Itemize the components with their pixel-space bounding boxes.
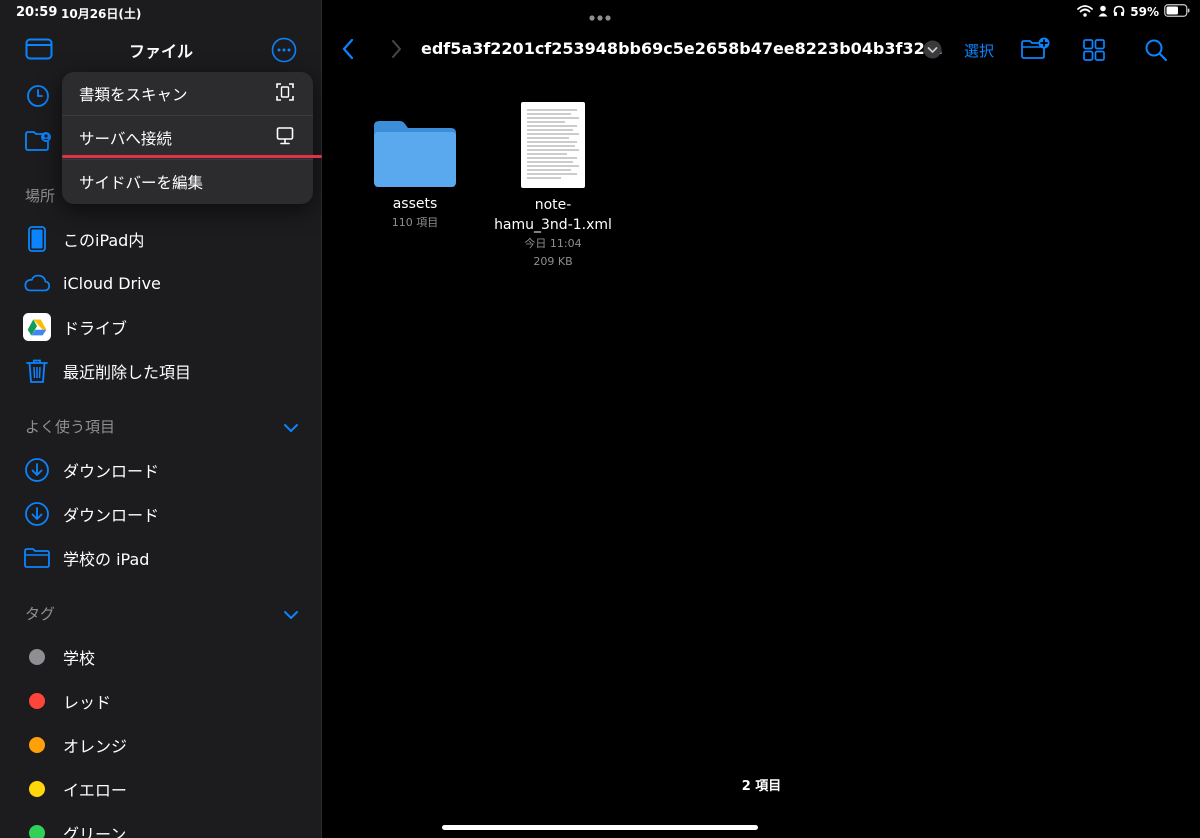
file-meta: 110 項目 — [391, 216, 439, 229]
sidebar-item-label: ダウンロード — [63, 462, 160, 481]
menu-item-scan-documents[interactable]: 書類をスキャン — [62, 72, 313, 116]
sidebar-item-label: iCloud Drive — [63, 273, 161, 293]
trash-icon — [23, 357, 51, 385]
home-indicator[interactable] — [442, 825, 758, 830]
sidebar-item-downloads[interactable]: ダウンロード — [0, 448, 321, 492]
sidebar-item-label: イエロー — [63, 781, 127, 800]
chevron-down-icon[interactable] — [283, 419, 299, 438]
tag-dot-icon — [29, 781, 45, 797]
grid-view-icon[interactable] — [1083, 39, 1105, 65]
sidebar-item-label: グリーン — [63, 825, 127, 838]
file-size: 209 KB — [533, 255, 573, 268]
more-menu: 書類をスキャン サーバへ接続 サイドバーを編集 — [62, 72, 313, 204]
sidebar-tag-yellow[interactable]: イエロー — [0, 767, 321, 811]
file-name: assets — [392, 196, 438, 212]
sidebar-item-google-drive[interactable]: ドライブ — [0, 305, 321, 349]
search-icon[interactable] — [1144, 38, 1168, 66]
document-thumbnail-icon — [521, 102, 585, 188]
status-time: 20:59 — [16, 5, 58, 20]
ipad-icon — [23, 225, 51, 253]
sidebar-item-label: ドライブ — [63, 319, 128, 338]
new-folder-icon[interactable] — [1020, 37, 1052, 65]
tag-dot-icon — [29, 825, 45, 838]
section-tags: タグ — [25, 605, 56, 623]
sidebar-item-school-ipad[interactable]: 学校の iPad — [0, 536, 321, 580]
tag-dot-icon — [29, 693, 45, 709]
sidebar-item-downloads-2[interactable]: ダウンロード — [0, 492, 321, 536]
status-bar-right: 59% — [1077, 4, 1190, 20]
tag-dot-icon — [29, 737, 45, 753]
select-button[interactable]: 選択 — [964, 40, 994, 61]
sidebar-tag-red[interactable]: レッド — [0, 679, 321, 723]
multitasking-dots-icon[interactable] — [588, 7, 612, 26]
sidebar-item-label: レッド — [63, 693, 112, 712]
menu-item-label: サイドバーを編集 — [79, 174, 204, 192]
file-item-xml[interactable]: note- hamu_3nd-1.xml 今日 11:04 209 KB — [489, 102, 617, 271]
menu-item-label: サーバへ接続 — [79, 130, 172, 148]
section-locations: 場所 — [25, 187, 56, 205]
person-icon — [1098, 5, 1108, 20]
forward-chevron-icon[interactable] — [391, 39, 403, 63]
item-count: 2 項目 — [741, 779, 782, 794]
title-menu-chevron-icon[interactable] — [923, 40, 942, 63]
cloud-icon — [23, 269, 51, 297]
recents-clock-icon[interactable] — [26, 84, 50, 112]
menu-item-label: 書類をスキャン — [79, 86, 188, 104]
wifi-icon — [1077, 4, 1094, 20]
tag-dot-icon — [29, 649, 45, 665]
sidebar-item-label: オレンジ — [63, 737, 128, 756]
section-favorites: よく使う項目 — [25, 418, 116, 436]
battery-percent: 59% — [1130, 5, 1159, 19]
monitor-icon — [275, 126, 295, 150]
highlight-underline — [62, 155, 322, 158]
chevron-down-icon[interactable] — [283, 606, 299, 625]
folder-icon — [372, 118, 458, 188]
sidebar-tag-green[interactable]: グリーン — [0, 811, 321, 838]
sidebar-item-label: ダウンロード — [63, 506, 160, 525]
file-name-line1: note- — [534, 197, 572, 213]
main-content: 59% edf5a3f2201cf253948bb69c5e2658b47ee8… — [323, 0, 1200, 838]
sidebar-item-label: 学校の iPad — [63, 550, 150, 569]
back-chevron-icon[interactable] — [341, 38, 355, 64]
shared-folder-icon[interactable] — [24, 129, 52, 157]
sidebar-item-label: 学校 — [63, 649, 96, 668]
sidebar-tag-school[interactable]: 学校 — [0, 635, 321, 679]
headphones-icon — [1113, 5, 1125, 20]
folder-icon — [23, 544, 51, 572]
more-icon[interactable] — [271, 37, 297, 67]
sidebar-item-recently-deleted[interactable]: 最近削除した項目 — [0, 349, 321, 393]
scan-icon — [275, 82, 295, 106]
download-circle-icon — [23, 456, 51, 484]
google-drive-icon — [23, 313, 51, 341]
sidebar-item-on-my-ipad[interactable]: このiPad内 — [0, 217, 321, 261]
folder-title: edf5a3f2201cf253948bb69c5e2658b47ee8223b… — [421, 39, 943, 58]
sidebar-item-label: このiPad内 — [63, 231, 145, 250]
menu-item-connect-to-server[interactable]: サーバへ接続 — [62, 116, 313, 160]
file-item-assets[interactable]: assets 110 項目 — [355, 118, 475, 232]
file-modified: 今日 11:04 — [524, 237, 582, 250]
battery-icon — [1164, 4, 1190, 20]
sidebar-item-icloud-drive[interactable]: iCloud Drive — [0, 261, 321, 305]
sidebar-item-label: 最近削除した項目 — [63, 363, 192, 382]
menu-item-edit-sidebar[interactable]: サイドバーを編集 — [62, 160, 313, 204]
file-name-line2: hamu_3nd-1.xml — [494, 217, 612, 233]
sidebar-tag-orange[interactable]: オレンジ — [0, 723, 321, 767]
download-circle-icon — [23, 500, 51, 528]
status-date: 10月26日(土) — [61, 7, 142, 21]
